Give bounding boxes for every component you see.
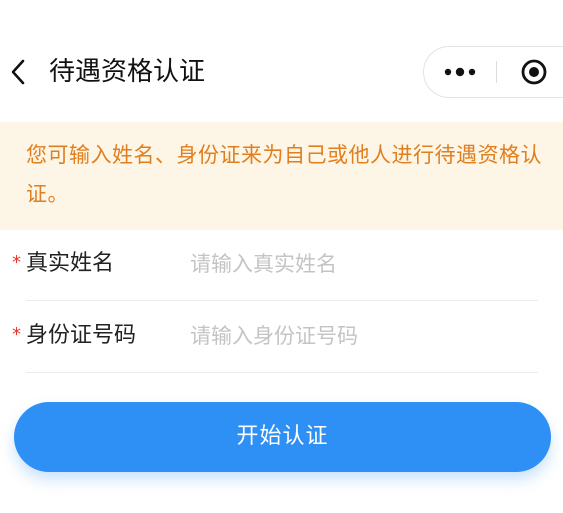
name-input[interactable] (190, 245, 530, 283)
start-verification-button[interactable]: 开始认证 (14, 402, 551, 472)
navigation-bar: 待遇资格认证 (0, 0, 563, 120)
page-title: 待遇资格认证 (49, 57, 206, 87)
capsule-divider (496, 61, 497, 83)
name-label: 真实姓名 (26, 251, 115, 276)
required-mark: * (12, 324, 21, 345)
id-field-row: * 身份证号码 (12, 302, 538, 373)
close-button[interactable] (514, 47, 554, 97)
more-dots-icon (444, 67, 476, 77)
required-mark: * (12, 252, 21, 273)
capsule-menu (423, 46, 563, 98)
back-button[interactable] (4, 52, 32, 92)
chevron-left-icon (11, 59, 25, 85)
id-number-label: 身份证号码 (26, 323, 137, 348)
name-field-row: * 真实姓名 (12, 230, 538, 301)
notice-banner: 您可输入姓名、身份证来为自己或他人进行待遇资格认证。 (0, 122, 563, 230)
more-button[interactable] (424, 47, 496, 97)
target-close-icon (521, 59, 547, 85)
id-number-input[interactable] (190, 317, 530, 355)
